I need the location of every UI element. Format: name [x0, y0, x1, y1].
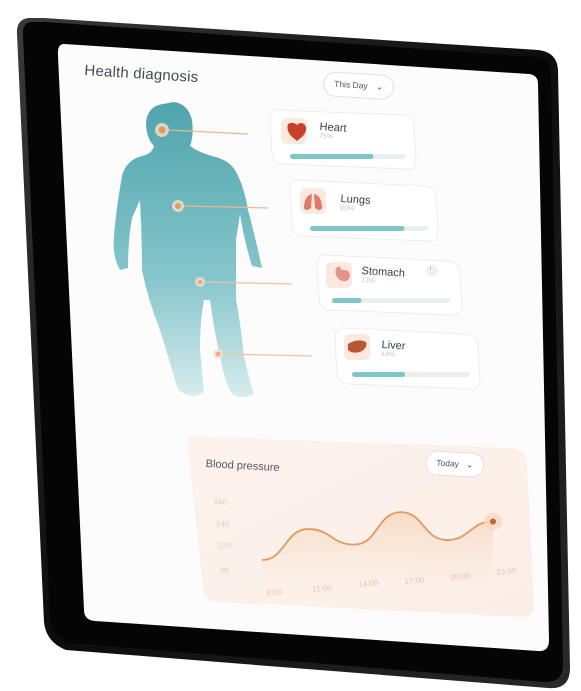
chevron-down-icon: ⌄ [375, 81, 384, 92]
x-tick-label: 8:00 [266, 587, 283, 598]
x-tick-label: 17:00 [404, 575, 425, 586]
x-tick-label: 11:00 [312, 583, 333, 594]
bp-period-dropdown[interactable]: Today ⌄ [424, 450, 486, 479]
period-dropdown[interactable]: This Day ⌄ [322, 71, 395, 101]
x-tick-label: 14:00 [358, 578, 379, 589]
bp-period-label: Today [436, 457, 460, 469]
y-tick-label: 160 [213, 497, 228, 507]
page-title: Health diagnosis [83, 62, 199, 87]
organ-heart-text: Heart 75% [319, 121, 347, 142]
organ-lungs-text: Lungs 90% [340, 193, 371, 214]
y-tick-label: 80 [220, 566, 230, 576]
organ-liver-text: Liver 44% [381, 339, 406, 359]
chevron-down-icon: ⌄ [466, 459, 474, 470]
text-layer: Health diagnosis This Day ⌄ Heart 75% Lu… [0, 0, 581, 691]
organ-stomach-text: Stomach 13% [361, 265, 406, 287]
x-tick-label: 20:00 [450, 571, 471, 582]
y-tick-label: 120 [217, 541, 232, 551]
x-tick-label: 23:00 [496, 566, 517, 577]
period-dropdown-label: This Day [333, 78, 369, 91]
info-icon-label[interactable]: i [430, 265, 432, 272]
y-tick-label: 140 [215, 519, 230, 529]
bp-title: Blood pressure [205, 458, 280, 475]
